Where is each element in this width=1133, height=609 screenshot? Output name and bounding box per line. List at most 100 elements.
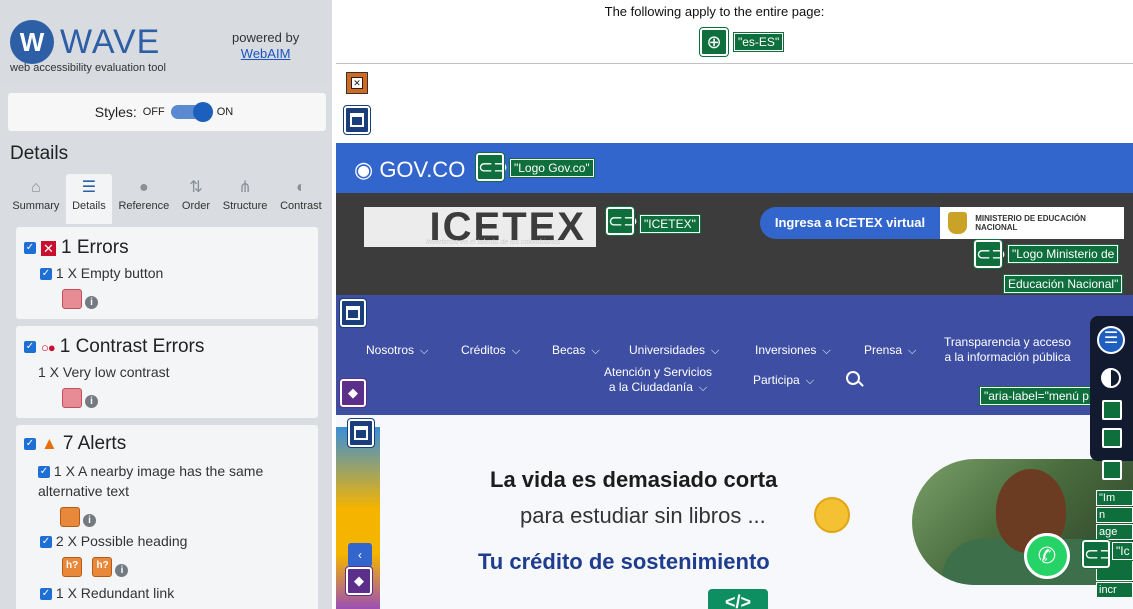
search-icon[interactable] [846,371,860,385]
info-icon[interactable]: i [85,296,98,309]
tab-label: Summary [12,200,60,212]
contrast-error-icon: ○● [41,339,56,355]
tab-summary[interactable]: ⌂ Summary [6,174,66,224]
tab-reference[interactable]: ● Reference [112,174,175,224]
icetex-slogan: Invertimos en el talento de los colombia… [426,239,561,246]
hero-banner: La vida es demasiado corta para estudiar… [336,415,1133,609]
aria-label-text: "aria-label="menú p [979,386,1094,406]
apply-text: The following apply to the entire page: [604,4,825,19]
same-alt-icon[interactable] [60,507,80,527]
styles-label: Styles: [94,104,137,120]
contrast-heading-text: 1 Contrast Errors [59,336,205,357]
nav-universidades[interactable]: Universidades ⌵ [629,343,719,358]
region-icon[interactable] [347,418,375,448]
main-nav: Nosotros ⌵ Créditos ⌵ Becas ⌵ Universidades… [336,295,1133,415]
nav-prensa[interactable]: Prensa ⌵ [864,343,916,358]
hero-headline: La vida es demasiado corta [490,467,778,492]
page-view: The following apply to the entire page: … [336,0,1133,609]
alert-1-icons: i [60,507,96,527]
tab-structure[interactable]: ⋔ Structure [216,174,273,224]
chevron-down-icon: ⌵ [591,345,600,357]
side-alt-text: incr [1096,582,1133,598]
styles-toggle[interactable] [170,102,213,122]
wave-logo-word: WAVE [60,22,161,61]
info-icon: ● [138,179,149,196]
possible-heading-checkbox[interactable]: ✓ [40,536,52,549]
wave-side-toolbar: ☰ [1090,316,1133,461]
error-icons: i [62,289,98,309]
info-icon[interactable]: i [115,564,129,577]
info-icon[interactable]: i [85,395,98,408]
linked-image-icon[interactable]: ⊂⊃ [1081,539,1114,569]
linked-image-icon[interactable] [1102,460,1122,480]
linked-image-icon[interactable] [1102,428,1122,448]
linked-image-icon[interactable]: ⊂⊃ [475,152,508,182]
nav-participa[interactable]: Participa ⌵ [753,373,814,388]
hero-subline: para estudiar sin libros ... [520,503,766,528]
nav-transparencia[interactable]: Transparencia y acceso a la información p… [944,335,1071,365]
nav-nosotros[interactable]: Nosotros ⌵ [366,343,428,358]
side-alt-text: "Im [1096,490,1133,506]
contrast-checkbox[interactable]: ✓ [24,341,36,353]
tab-details[interactable]: ☰ Details [65,174,113,224]
nav-creditos[interactable]: Créditos ⌵ [461,343,520,358]
code-icon[interactable]: </> [708,589,768,609]
linked-image-icon[interactable]: ⊂⊃ [973,239,1006,269]
linked-image-icon[interactable] [1102,400,1122,420]
chevron-down-icon: ⌵ [511,345,521,357]
empty-button-checkbox[interactable]: ✓ [40,268,52,281]
wave-logo[interactable]: W WAVE [10,20,160,64]
side-alt-text: age [1096,524,1133,540]
hero-credit-title: Tu crédito de sostenimiento [478,549,770,574]
info-icon[interactable]: i [83,514,96,527]
errors-heading-text: 1 Errors [61,237,129,258]
chevron-down-icon: ⌵ [805,375,815,387]
smile-emoji-icon [814,497,850,533]
contrast-icon: ◐ [296,179,306,196]
structure-icon: ⋔ [238,179,252,196]
very-low-contrast-icon[interactable] [62,388,82,408]
contrast-icons: i [62,388,98,408]
image-error-icon[interactable]: ✕ [346,72,368,94]
nav-region-icon[interactable] [339,298,367,328]
tab-order[interactable]: ⇅ Order [176,174,217,224]
alert-item-2-text: 2 X Possible heading [55,533,188,549]
errors-checkbox[interactable]: ✓ [24,242,36,254]
colombia-seal-icon [948,212,968,234]
nav-atencion[interactable]: Atención y Servicios a la Ciudadanía ⌵ [604,365,712,396]
redundant-link-checkbox[interactable]: ✓ [40,588,52,601]
ministerio-logo[interactable]: MINISTERIO DE EDUCACIÓN NACIONAL [940,207,1124,239]
alerts-checkbox[interactable]: ✓ [24,438,36,450]
carousel-prev-button[interactable]: ‹ [348,543,372,567]
empty-button-icon[interactable] [62,289,82,309]
list-icon[interactable]: ☰ [1097,326,1125,354]
aria-tag-icon[interactable]: ◆ [345,566,373,596]
contrast-icon[interactable] [1101,368,1121,388]
linked-image-icon[interactable]: ⊂⊃ [605,206,638,236]
page-level-bar: The following apply to the entire page: … [336,0,1133,64]
powered-by-label: powered by [232,30,300,45]
alert-item-3: ✓ 1 X Redundant link [40,585,174,601]
language-globe-icon[interactable]: ⊕ [699,27,729,57]
webaim-link[interactable]: WebAIM [241,46,291,61]
chevron-down-icon: ⌵ [822,345,831,357]
whatsapp-alt-text: "Ic [1111,541,1133,561]
wave-tabs: ⌂ Summary ☰ Details ● Reference ⇅ Order ⋔ Str… [6,174,328,224]
nav-inversiones[interactable]: Inversiones ⌵ [755,343,831,358]
alert-2-icons: h? h? i [62,557,129,577]
possible-heading-icon[interactable]: h? [92,557,113,577]
icetex-header: ICETEX Invertimos en el talento de los c… [336,193,1133,295]
ingresa-button[interactable]: Ingresa a ICETEX virtual [760,207,940,239]
tab-label: Details [72,200,106,212]
region-icon[interactable] [343,105,371,135]
lang-alt-text: "es-ES" [732,32,785,52]
tab-contrast[interactable]: ◐ Contrast [274,174,328,224]
alerts-heading: ✓ ▲ 7 Alerts [24,433,126,455]
same-alt-checkbox[interactable]: ✓ [38,466,50,479]
possible-heading-icon[interactable]: h? [62,557,82,577]
nav-becas[interactable]: Becas ⌵ [552,343,600,358]
gov-logo[interactable]: ◉ GOV.CO [354,157,465,183]
contrast-panel: ✓ ○● 1 Contrast Errors 1 X Very low cont… [16,326,318,418]
aria-tag-icon[interactable]: ◆ [339,378,367,408]
whatsapp-icon[interactable]: ✆ [1024,533,1070,579]
